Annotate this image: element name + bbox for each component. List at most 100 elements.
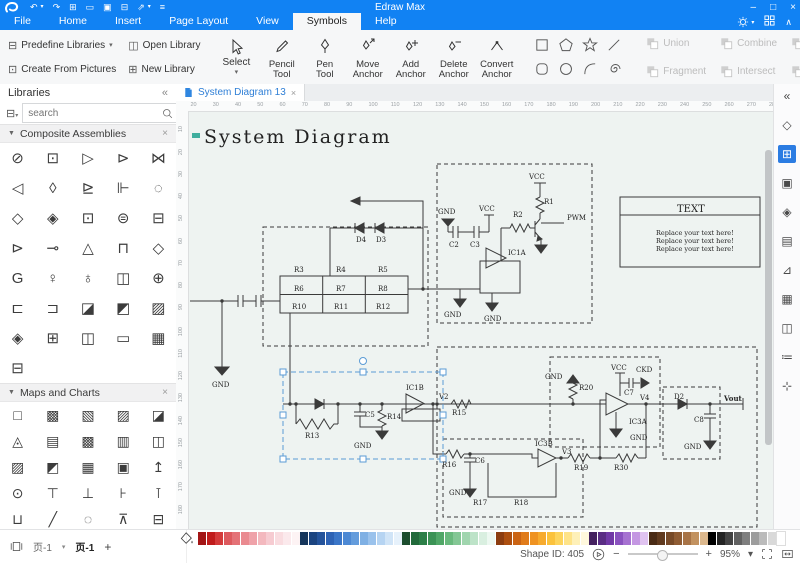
outline-panel-icon[interactable]: ≔ [778, 348, 796, 366]
color-swatch[interactable] [674, 532, 682, 545]
move-anchor-button[interactable]: MoveAnchor [346, 30, 389, 84]
color-swatch[interactable] [615, 532, 623, 545]
library-symbol[interactable]: ◊ [38, 173, 68, 203]
add-anchor-button[interactable]: AddAnchor [389, 30, 432, 84]
pentagon-shape-button[interactable] [555, 34, 577, 56]
library-symbol[interactable]: ◈ [38, 203, 68, 233]
new-document-icon[interactable]: ⊞ [69, 1, 77, 14]
color-swatch[interactable] [734, 532, 742, 545]
color-swatch[interactable] [479, 532, 487, 545]
color-swatch[interactable] [300, 532, 308, 545]
layers-panel-icon[interactable]: ◈ [778, 203, 796, 221]
zoom-slider-thumb[interactable] [657, 550, 668, 561]
convert-anchor-button[interactable]: ConvertAnchor [475, 30, 518, 84]
library-symbol[interactable]: ◇ [143, 233, 173, 263]
section-header-maps-and-charts[interactable]: ▼ Maps and Charts × [0, 383, 176, 402]
color-swatch[interactable] [445, 532, 453, 545]
color-swatch[interactable] [487, 532, 495, 545]
tab-page-layout[interactable]: Page Layout [155, 13, 242, 30]
library-symbol[interactable]: ▷ [73, 143, 103, 173]
library-symbol[interactable]: ▤ [38, 428, 68, 454]
color-swatch[interactable] [564, 532, 572, 545]
library-symbol[interactable]: ⋈ [143, 143, 173, 173]
section-collapse-icon[interactable]: ▼ [8, 389, 15, 396]
library-symbol[interactable]: ▦ [73, 454, 103, 480]
drawing-canvas[interactable]: System DiagramGNDC2C3VCCR2VCCR1PWMIC1AGN… [188, 111, 774, 530]
color-swatch[interactable] [385, 532, 393, 545]
canvas-vertical-scrollbar[interactable] [765, 150, 772, 445]
library-symbol[interactable]: ◁ [3, 173, 33, 203]
library-symbol[interactable]: ⊸ [38, 233, 68, 263]
color-swatch[interactable] [343, 532, 351, 545]
color-swatch[interactable] [241, 532, 249, 545]
library-symbol[interactable]: ⊘ [3, 143, 33, 173]
document-tab[interactable]: System Diagram 13 × [176, 84, 305, 101]
color-swatch[interactable] [258, 532, 266, 545]
color-swatch[interactable] [496, 532, 504, 545]
color-swatch[interactable] [215, 532, 223, 545]
library-symbol[interactable]: ♀ [38, 263, 68, 293]
color-swatch[interactable] [717, 532, 725, 545]
delete-anchor-button[interactable]: DeleteAnchor [432, 30, 475, 84]
images-panel-icon[interactable]: ▣ [778, 174, 796, 192]
section-header-composite-assemblies[interactable]: ▼ Composite Assemblies × [0, 124, 176, 143]
color-swatch[interactable] [453, 532, 461, 545]
library-symbol[interactable]: ♁ [73, 263, 103, 293]
spiral-shape-button[interactable] [603, 58, 625, 80]
circle-shape-button[interactable] [555, 58, 577, 80]
search-icon[interactable] [162, 108, 173, 119]
library-symbol[interactable]: □ [3, 402, 33, 428]
library-symbol[interactable]: ⊵ [73, 173, 103, 203]
library-symbol[interactable]: ⊐ [38, 293, 68, 323]
library-symbol[interactable]: ▨ [3, 454, 33, 480]
libraries-panel-icon[interactable]: ⊞ [778, 145, 796, 163]
fit-page-width-icon[interactable] [781, 548, 794, 560]
color-swatch[interactable] [377, 532, 385, 545]
color-swatch[interactable] [657, 532, 665, 545]
color-swatch[interactable] [683, 532, 691, 545]
line-shape-button[interactable] [603, 34, 625, 56]
print-icon[interactable]: ⊟ [121, 1, 129, 14]
color-swatch[interactable] [700, 532, 708, 545]
color-swatch[interactable] [521, 532, 529, 545]
color-swatch[interactable] [334, 532, 342, 545]
library-symbol[interactable]: ⊩ [108, 173, 138, 203]
new-library-button[interactable]: ⊞New Library [128, 58, 200, 80]
open-icon[interactable]: ▭ [86, 1, 95, 14]
color-swatch[interactable] [751, 532, 759, 545]
library-symbol[interactable]: ⊳ [108, 143, 138, 173]
predefine-libraries-button[interactable]: ⊟Predefine Libraries▾ [8, 34, 116, 56]
color-swatch[interactable] [224, 532, 232, 545]
tab-help[interactable]: Help [361, 13, 411, 30]
color-swatch[interactable] [419, 532, 427, 545]
library-symbol[interactable]: ↥ [143, 454, 173, 480]
color-swatch[interactable] [198, 532, 206, 545]
spotlight-panel-icon[interactable]: ⊹ [778, 377, 796, 395]
color-swatch[interactable] [428, 532, 436, 545]
more-icon[interactable]: ≡ [160, 1, 165, 14]
color-swatch[interactable] [666, 532, 674, 545]
library-symbol[interactable]: ▣ [108, 454, 138, 480]
open-library-button[interactable]: ◫Open Library [128, 34, 200, 56]
color-swatch[interactable] [513, 532, 521, 545]
save-icon[interactable]: ▣ [103, 1, 112, 14]
library-symbol[interactable]: ▭ [108, 323, 138, 353]
color-swatch[interactable] [232, 532, 240, 545]
library-symbol[interactable]: ▨ [108, 402, 138, 428]
fill-bucket-icon[interactable] [180, 532, 194, 545]
library-symbol[interactable]: △ [73, 233, 103, 263]
star-shape-button[interactable] [579, 34, 601, 56]
library-symbol[interactable]: ◫ [143, 428, 173, 454]
library-symbol[interactable]: G [3, 263, 33, 293]
color-swatch[interactable] [351, 532, 359, 545]
library-symbol[interactable]: ⊟ [3, 353, 33, 383]
color-swatch[interactable] [768, 532, 776, 545]
color-swatch[interactable] [547, 532, 555, 545]
library-symbol[interactable]: ⊜ [108, 203, 138, 233]
library-symbol[interactable]: ⊙ [3, 480, 33, 506]
undo-icon[interactable]: ↶ [30, 1, 38, 14]
tab-file[interactable]: File [0, 13, 45, 30]
color-swatch[interactable] [436, 532, 444, 545]
export-icon[interactable]: ⇗ [137, 1, 145, 14]
color-swatch[interactable] [317, 532, 325, 545]
